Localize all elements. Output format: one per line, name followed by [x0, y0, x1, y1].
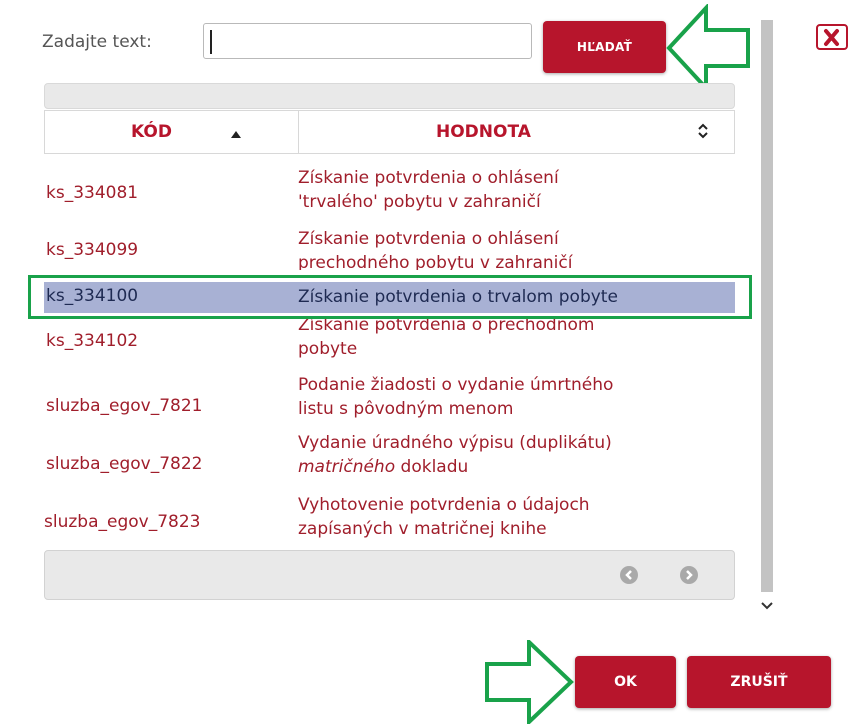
green-arrow-icon: [485, 640, 574, 724]
search-label: Zadajte text:: [42, 32, 152, 52]
row-value[interactable]: Podanie žiadosti o vydanie úmrtného list…: [298, 373, 738, 421]
sort-both-icon: [698, 123, 708, 139]
green-arrow-icon: [666, 4, 750, 90]
row-value[interactable]: Vydanie úradného výpisu (duplikátu) matr…: [298, 431, 738, 479]
selection-annotation-box: [28, 275, 752, 319]
search-button[interactable]: HĽADAŤ: [543, 21, 666, 73]
text-cursor: [210, 30, 212, 54]
column-header-hodnota[interactable]: HODNOTA: [298, 110, 735, 154]
next-page-button[interactable]: [680, 566, 698, 584]
row-code[interactable]: sluzba_egov_7823: [44, 512, 200, 532]
column-header-label: KÓD: [131, 122, 172, 142]
row-code[interactable]: ks_334081: [46, 183, 138, 203]
row-value[interactable]: Získanie potvrdenia o ohlásení 'trvalého…: [298, 166, 738, 214]
prev-page-button[interactable]: [620, 566, 638, 584]
search-input[interactable]: [203, 23, 532, 59]
scroll-down-button[interactable]: [757, 594, 777, 618]
row-code[interactable]: ks_334102: [46, 331, 138, 351]
ok-button[interactable]: OK: [575, 656, 676, 708]
row-value[interactable]: Získanie potvrdenia o prechodnom pobyte: [298, 313, 738, 370]
row-value[interactable]: Vyhotovenie potvrdenia o údajoch zapísan…: [298, 493, 738, 541]
close-button[interactable]: [816, 24, 848, 50]
column-header-kod[interactable]: KÓD: [44, 110, 298, 154]
column-header-label: HODNOTA: [436, 122, 531, 142]
grid-header-bar: [44, 83, 735, 109]
row-code[interactable]: ks_334099: [46, 240, 138, 260]
sort-ascending-icon: [231, 131, 241, 138]
cancel-button[interactable]: ZRUŠIŤ: [687, 656, 831, 708]
scrollbar-track[interactable]: [761, 20, 773, 592]
close-icon: [824, 29, 839, 46]
prev-page-icon: [625, 570, 632, 580]
row-value[interactable]: Získanie potvrdenia o ohlásení prechodné…: [298, 227, 738, 270]
chevron-down-icon: [761, 602, 773, 610]
row-code[interactable]: sluzba_egov_7821: [46, 396, 202, 416]
row-code[interactable]: sluzba_egov_7822: [46, 454, 202, 474]
next-page-icon: [686, 570, 693, 580]
